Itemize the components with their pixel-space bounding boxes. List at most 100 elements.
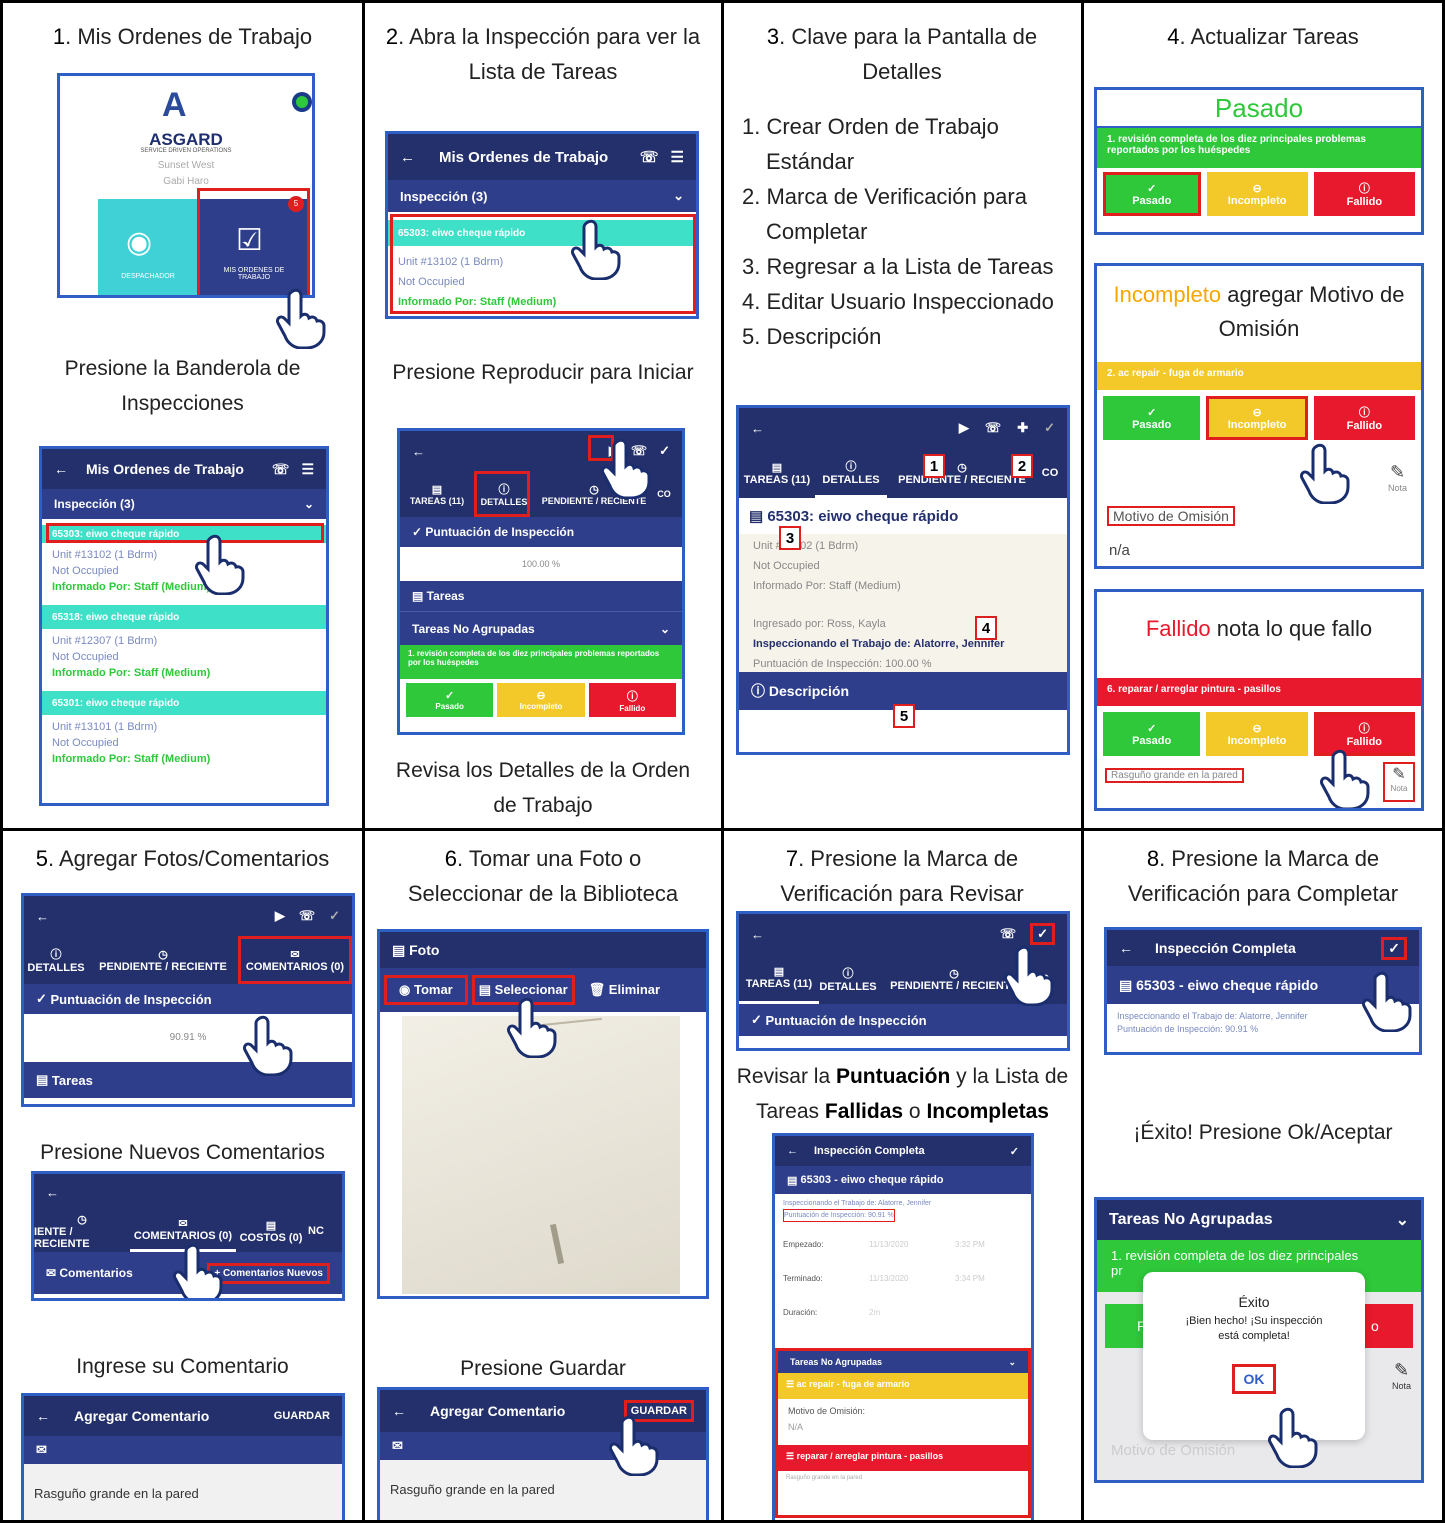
section-label: Fallido nota lo que fallo: [1145, 616, 1373, 641]
step-4-cell: 4. Actualizar Tareas Pasado 1. revisión …: [1084, 3, 1442, 828]
phone-icon[interactable]: ☏: [272, 461, 290, 478]
fail-button[interactable]: ⓘ Fallido: [1313, 172, 1416, 216]
group-header[interactable]: Inspección (3) ⌄: [42, 489, 326, 519]
caption: Presione Guardar: [460, 1357, 626, 1380]
list-item[interactable]: Unit #13102 (1 Bdrm) Not Occupied Informad…: [42, 543, 326, 599]
caption: Revisa los Detalles de la Orden de Traba…: [395, 759, 691, 817]
pointing-hand-icon: [504, 996, 562, 1059]
back-arrow-icon[interactable]: ←: [392, 1403, 406, 1419]
tareas-header[interactable]: ▤ Tareas: [24, 1062, 352, 1098]
tab-detalles[interactable]: ⓘ DETALLES: [24, 936, 88, 984]
comment-input[interactable]: Rasguño grande en la pared: [24, 1464, 342, 1520]
phone-icon[interactable]: ☏: [640, 148, 659, 166]
pass-button[interactable]: ✓ Pasado: [1103, 712, 1201, 756]
play-icon[interactable]: ▶: [275, 908, 285, 924]
phone-icon[interactable]: ☏: [299, 908, 315, 924]
skip-reason-value[interactable]: n/a: [1109, 542, 1130, 559]
back-arrow-icon[interactable]: ←: [751, 927, 764, 942]
save-button[interactable]: GUARDAR: [274, 1410, 330, 1422]
ok-button[interactable]: OK: [1232, 1364, 1276, 1394]
inspection-list-screenshot: ← Mis Ordenes de Trabajo ☏ ☰ Inspección (3)…: [385, 131, 699, 319]
note-button[interactable]: ✎ Nota: [1383, 762, 1415, 802]
incomplete-button[interactable]: ⊖ Incompleto: [1206, 712, 1308, 756]
back-arrow-icon[interactable]: ←: [1119, 940, 1133, 956]
step-1-cell: 1. Mis Ordenes de Trabajo A ASGARD SERVI…: [3, 3, 362, 828]
tab-comentarios[interactable]: ✉ COMENTARIOS (0): [238, 936, 352, 984]
edit-icon: ✎: [1392, 766, 1406, 783]
step-8-cell: 8. Presione la Marca de Verificación par…: [1084, 831, 1442, 1520]
fail-button[interactable]: ⓘ Fallido: [588, 683, 676, 717]
tab-detalles[interactable]: ⓘ DETALLES: [815, 448, 887, 498]
filter-icon[interactable]: ☰: [301, 461, 314, 478]
group-header[interactable]: Tareas No Agrupadas ⌄: [400, 611, 682, 645]
score-header[interactable]: ✓ Puntuación de Inspección: [24, 984, 352, 1014]
list-item[interactable]: Unit #12307 (1 Bdrm) Not Occupied Informad…: [42, 629, 326, 685]
pointing-hand-icon: [1297, 442, 1355, 505]
take-photo-button[interactable]: ◉ Tomar: [384, 975, 468, 1005]
back-arrow-icon[interactable]: ←: [36, 1408, 50, 1424]
phone-icon[interactable]: ☏: [985, 420, 1001, 436]
back-arrow-icon[interactable]: ←: [787, 1145, 798, 1157]
tab-tareas[interactable]: ▤ TAREAS (11): [400, 471, 474, 517]
trash-icon: 🗑: [588, 982, 606, 997]
details-screenshot: ← ▶ ☏ ✚ ✓ ▤ TAREAS (11) ⓘ DETALLES ◷ PENDIENTE …: [736, 405, 1070, 755]
incomplete-button[interactable]: ⊖ Incompleto: [1206, 172, 1308, 216]
tareas-header[interactable]: ▤ Tareas: [400, 581, 682, 611]
camera-icon: ◉: [399, 982, 411, 997]
phone-icon[interactable]: ☏: [1000, 926, 1016, 942]
note-button[interactable]: ✎ Nota: [1388, 462, 1407, 493]
chevron-down-icon: ⌄: [673, 188, 684, 203]
back-arrow-icon[interactable]: ←: [751, 421, 764, 436]
pass-button[interactable]: ✓ Pasado: [1103, 172, 1201, 216]
pass-button[interactable]: ✓ Pasado: [1103, 396, 1201, 440]
incomplete-button[interactable]: ⊖ Incompleto: [497, 683, 585, 717]
filter-icon[interactable]: ☰: [671, 148, 684, 166]
group-header[interactable]: Inspección (3) ⌄: [388, 180, 696, 212]
caption: Ingrese su Comentario: [76, 1355, 289, 1378]
play-icon[interactable]: ▶: [959, 420, 969, 436]
task-row[interactable]: 1. revisión completa de los diez princip…: [400, 645, 682, 679]
dispatcher-tile[interactable]: ◉ DESPACHADOR: [98, 199, 198, 295]
tab-more[interactable]: CO: [1037, 448, 1063, 498]
list-item[interactable]: Unit #13101 (1 Bdrm) Not Occupied Informad…: [42, 715, 326, 771]
step-6-cell: 6. Tomar una Foto o Seleccionar de la Bi…: [365, 831, 721, 1520]
check-icon[interactable]: ✓: [1030, 923, 1055, 945]
complete-screenshot: ← Inspección Completa ✓ ▤ 65303 - eiwo che…: [1104, 927, 1422, 1055]
add-user-icon[interactable]: ✚: [1017, 420, 1028, 436]
back-arrow-icon[interactable]: ←: [36, 909, 49, 924]
details-body: Unit #13102 (1 Bdrm) Not Occupied Informad…: [739, 534, 1067, 672]
score-header[interactable]: ✓ Puntuación de Inspección: [400, 517, 682, 547]
pointing-hand-icon: [273, 287, 331, 350]
add-comment-screenshot: ← Agregar Comentario GUARDAR ✉ Rasguño gra…: [21, 1393, 345, 1520]
legend-list: 1. Crear Orden de Trabajo Estándar 2. Ma…: [742, 114, 1054, 349]
check-icon[interactable]: ✓: [659, 443, 670, 459]
back-arrow-icon[interactable]: ←: [412, 444, 425, 459]
tab-more[interactable]: CO: [654, 471, 674, 517]
check-icon[interactable]: ✓: [329, 908, 340, 924]
caption: Revisar la Puntuación y la Lista de Tare…: [736, 1065, 1069, 1123]
step-3-cell: 3. Clave para la Pantalla de Detalles 1.…: [724, 3, 1081, 828]
list-item-title[interactable]: 65301: eiwo cheque rápido: [42, 691, 326, 715]
check-icon[interactable]: ✓: [1381, 936, 1407, 960]
back-arrow-icon[interactable]: ←: [400, 149, 415, 166]
tab-tareas[interactable]: ▤ TAREAS (11): [739, 448, 815, 498]
tab-pendiente[interactable]: ◷ PENDIENTE / RECIENTE: [88, 936, 238, 984]
skip-reason-label: Motivo de Omisión: [1107, 506, 1235, 526]
caption: Presione Nuevos Comentarios: [40, 1141, 325, 1164]
step-title: 3. Clave para la Pantalla de Detalles: [766, 24, 1038, 84]
delete-photo-button[interactable]: 🗑 Eliminar: [579, 978, 670, 1002]
pointing-hand-icon: [1001, 944, 1059, 1007]
list-item-title[interactable]: 65318: eiwo cheque rápido: [42, 605, 326, 629]
step-title: 1. Mis Ordenes de Trabajo: [52, 24, 313, 49]
fail-button[interactable]: ⓘ Fallido: [1313, 396, 1415, 440]
inspected-user[interactable]: Inspeccionando el Trabajo de: Alatorre, …: [753, 634, 1053, 654]
check-icon[interactable]: ✓: [1010, 1145, 1019, 1158]
pass-button[interactable]: ✓ Pasado: [406, 683, 494, 717]
step-title: 8. Presione la Marca de Verificación par…: [1127, 846, 1399, 906]
check-icon[interactable]: ✓: [1044, 420, 1055, 436]
back-arrow-icon[interactable]: ←: [46, 1185, 59, 1200]
note-value[interactable]: Rasguño grande en la pared: [1105, 768, 1244, 783]
back-arrow-icon[interactable]: ←: [54, 461, 68, 477]
comments-tab-screenshot: ← ▶ ☏ ✓ ⓘ DETALLES ◷ PENDIENTE / RECIENTE ✉ CO…: [21, 893, 355, 1107]
incomplete-button[interactable]: ⊖ Incompleto: [1206, 396, 1308, 440]
